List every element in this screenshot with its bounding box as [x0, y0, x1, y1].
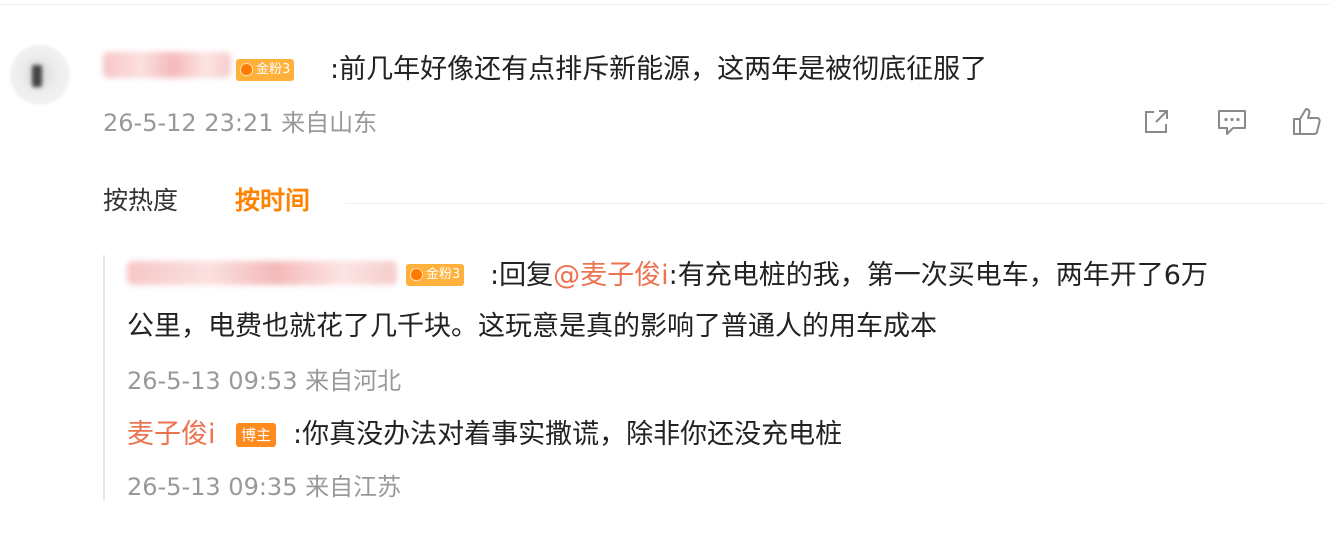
like-button[interactable]: [1289, 104, 1325, 140]
reply-username-redacted[interactable]: [127, 261, 397, 285]
commenter-username-redacted[interactable]: [103, 52, 231, 78]
share-button[interactable]: [1138, 104, 1174, 140]
comment-meta: 26-5-12 23:21 来自山东: [103, 109, 378, 137]
reply-thread-bar: [103, 255, 105, 500]
reply-1-mention-link[interactable]: @麦子俊i: [553, 260, 669, 291]
reply-1-meta: 26-5-13 09:53 来自河北: [127, 367, 402, 395]
like-icon: [1293, 108, 1321, 135]
reply-2-text: :你真没办法对着事实撒谎，除非你还没充电桩: [293, 419, 843, 450]
fan-badge-icon: [240, 63, 253, 76]
reply-fan-badge-icon: [410, 268, 423, 281]
reply-1-line2: 公里，电费也就花了几千块。这玩意是真的影响了普通人的用车成本: [127, 311, 937, 342]
reply-2-author-link[interactable]: 麦子俊i: [127, 418, 216, 452]
reply-1-line1: :回复@麦子俊i:有充电桩的我，第一次买电车，两年开了6万: [490, 259, 1208, 293]
fan-badge-label: 金粉3: [256, 62, 291, 77]
reply-1-prefix: :回复: [490, 260, 554, 291]
commenter-avatar[interactable]: [10, 45, 70, 105]
top-divider: [0, 4, 1330, 5]
reply-2-meta: 26-5-13 09:35 来自江苏: [127, 473, 402, 501]
reply-1-text-part1: :有充电桩的我，第一次买电车，两年开了6万: [668, 260, 1208, 291]
comment-text: :前几年好像还有点排斥新能源，这两年是被彻底征服了: [330, 54, 988, 85]
reply-fan-badge: 金粉3: [406, 264, 465, 286]
sort-divider: [345, 203, 1325, 204]
reply-fan-badge-label: 金粉3: [426, 267, 461, 282]
comment-button[interactable]: [1214, 104, 1250, 140]
sort-by-time-tab[interactable]: 按时间: [235, 185, 310, 217]
comment-icon: [1218, 110, 1246, 135]
fan-badge: 金粉3: [236, 59, 295, 81]
blogger-badge: 博主: [236, 423, 277, 447]
share-icon: [1145, 110, 1168, 133]
sort-by-hot-tab[interactable]: 按热度: [103, 185, 178, 217]
